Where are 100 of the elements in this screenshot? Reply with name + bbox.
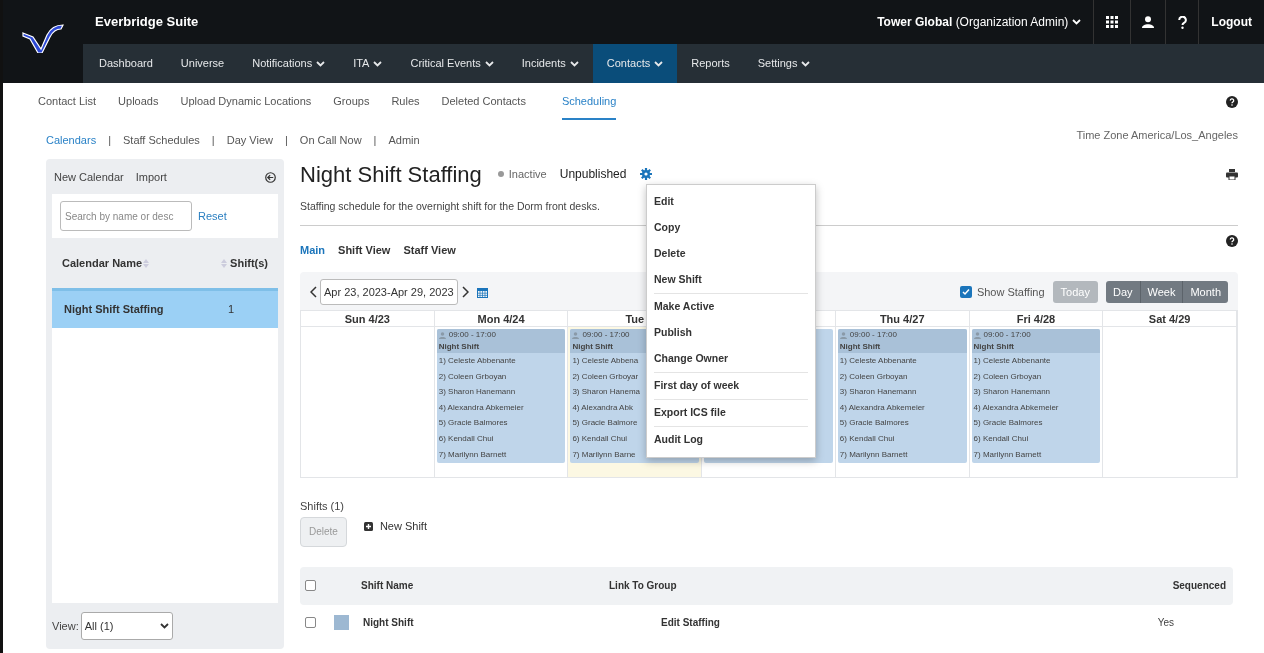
menu-item[interactable]: Delete xyxy=(654,241,808,267)
link-separator: | xyxy=(285,132,288,148)
staff-name: 5) Gracie Balmores xyxy=(838,417,910,430)
staff-name: 4) Alexandra Abk xyxy=(571,401,634,414)
search-field[interactable]: Search by name or desc xyxy=(60,201,192,231)
view-select[interactable]: All (1) xyxy=(80,612,173,640)
nav-tab[interactable]: Dashboard xyxy=(85,44,167,83)
column-header[interactable]: Calendar Name xyxy=(62,254,143,272)
app-title: Everbridge Suite xyxy=(95,13,199,32)
sequenced-cell-text: Yes xyxy=(1157,616,1174,630)
day-header: Fri 4/28 xyxy=(1016,312,1056,326)
day-header: Tue xyxy=(625,312,645,326)
nav-tab[interactable]: Critical Events xyxy=(396,44,508,83)
shift-time: 09:00 - 17:00 xyxy=(849,329,897,341)
subnav-link[interactable]: Uploads xyxy=(118,84,159,120)
subnav-link[interactable]: Upload Dynamic Locations xyxy=(180,84,312,120)
organization-menu[interactable]: Tower Global (Organization Admin) xyxy=(865,0,1094,44)
view-tab[interactable]: Shift View xyxy=(338,241,391,259)
staff-name: 5) Gracie Balmores xyxy=(972,417,1044,430)
nav-tab[interactable]: Settings xyxy=(743,44,825,83)
staff-name: 6) Kendall Chui xyxy=(972,432,1030,445)
staff-name: 2) Coleen Grboyan xyxy=(437,370,508,383)
staff-name: 3) Sharon Hanemann xyxy=(972,386,1052,399)
staff-name: 1) Celeste Abbenante xyxy=(838,355,918,367)
settings-icon[interactable] xyxy=(640,168,653,180)
person-icon xyxy=(839,331,847,339)
menu-item[interactable]: First day of week xyxy=(654,373,808,399)
new-shift-button[interactable]: New Shift xyxy=(379,518,427,535)
shift-name: Night Shift xyxy=(839,341,882,353)
import-link[interactable]: Import xyxy=(135,168,167,186)
nav-tab[interactable]: Notifications xyxy=(238,44,340,83)
staff-name: 7) Marilynn Barnett xyxy=(972,448,1043,461)
view-mode-button[interactable]: Week xyxy=(1139,281,1183,303)
menu-item[interactable]: Audit Log xyxy=(654,427,808,453)
print-icon[interactable] xyxy=(1226,168,1238,180)
calendar-row[interactable]: Night Shift Staffing 1 xyxy=(52,288,278,328)
staff-name: 5) Gracie Balmore xyxy=(571,417,639,430)
staff-name: 6) Kendall Chui xyxy=(838,432,896,445)
nav-tab[interactable]: Incidents xyxy=(507,44,593,83)
staff-name: 3) Sharon Hanema xyxy=(571,386,641,399)
calendar-nav-link[interactable]: Day View xyxy=(226,131,273,149)
staff-name: 1) Celeste Abbena xyxy=(571,355,640,367)
previous-icon[interactable] xyxy=(310,286,317,298)
date-range-field[interactable]: Apr 23, 2023-Apr 29, 2023 xyxy=(320,279,458,305)
row-checkbox[interactable] xyxy=(305,617,316,628)
staff-name: 3) Sharon Hanemann xyxy=(437,386,517,399)
view-mode-button[interactable]: Month xyxy=(1182,281,1228,303)
subnav-link[interactable]: Scheduling xyxy=(561,84,617,120)
shift-name: Night Shift xyxy=(438,341,481,353)
nav-tab[interactable]: ITA xyxy=(339,44,397,83)
subnav-link[interactable]: Contact List xyxy=(38,84,97,120)
day-header: Thu 4/27 xyxy=(879,312,925,326)
help-icon[interactable] xyxy=(1226,235,1238,247)
logout-button[interactable]: Logout xyxy=(1199,0,1264,44)
shift-count: 1 xyxy=(228,302,235,318)
calendar-nav-link[interactable]: Calendars xyxy=(46,131,97,149)
view-mode-button[interactable]: Day xyxy=(1105,281,1140,303)
link-separator: | xyxy=(373,132,377,148)
new-calendar-link[interactable]: New Calendar xyxy=(54,168,124,186)
subnav-link[interactable]: Rules xyxy=(391,84,420,120)
view-label: View: xyxy=(52,618,79,634)
subnav-link[interactable]: Deleted Contacts xyxy=(441,84,526,120)
staff-name: 3) Sharon Hanemann xyxy=(838,386,918,399)
shift-block[interactable]: 09:00 - 17:00 Night Shift 1) Celeste Abbenante 2) Coleen Grboyan 3) Sharon Hanemann 4) Alexandra Abkemeier 5) Gracie Balmores 6) Kendall Chui 7) Marilynn Barnett xyxy=(837,329,967,463)
day-header: Sat 4/29 xyxy=(1148,312,1191,326)
shift-block[interactable]: 09:00 - 17:00 Night Shift 1) Celeste Abbenante 2) Coleen Grboyan 3) Sharon Hanemann 4) Alexandra Abkemeier 5) Gracie Balmores 6) Kendall Chui 7) Marilynn Barnett xyxy=(971,329,1101,463)
shift-block[interactable]: 09:00 - 17:00 Night Shift 1) Celeste Abbenante 2) Coleen Grboyan 3) Sharon Hanemann 4) Alexandra Abkemeier 5) Gracie Balmores 6) Kendall Chui 7) Marilynn Barnett xyxy=(436,329,566,463)
chevron-down-icon xyxy=(1072,19,1082,25)
collapse-icon[interactable] xyxy=(265,171,276,183)
staff-name: 1) Celeste Abbenante xyxy=(437,355,517,367)
help-icon[interactable] xyxy=(1226,96,1238,108)
menu-item[interactable]: Export ICS file xyxy=(654,400,808,426)
view-tab[interactable]: Staff View xyxy=(403,241,456,259)
nav-tab[interactable]: Contacts xyxy=(592,44,678,83)
logo-icon xyxy=(21,23,65,53)
calendar-nav-link[interactable]: On Call Now xyxy=(299,131,362,149)
staff-name: 7) Marilynn Barnett xyxy=(437,448,508,461)
view-tab[interactable]: Main xyxy=(300,241,326,259)
day-header: Sun 4/23 xyxy=(344,312,390,326)
menu-item[interactable]: Make Active xyxy=(654,294,808,320)
nav-tab[interactable]: Reports xyxy=(677,44,744,83)
shift-name: Night Shift xyxy=(572,341,614,353)
menu-item[interactable]: New Shift xyxy=(654,267,808,293)
next-icon[interactable] xyxy=(461,286,469,298)
calendar-nav-link[interactable]: Admin xyxy=(388,131,420,149)
select-all-checkbox[interactable] xyxy=(305,580,316,591)
add-icon[interactable] xyxy=(363,522,373,531)
staff-name: 6) Kendall Chui xyxy=(437,432,495,445)
staff-name: 1) Celeste Abbenante xyxy=(972,355,1052,367)
subnav-link[interactable]: Groups xyxy=(333,84,370,120)
reset-link[interactable]: Reset xyxy=(198,207,227,225)
nav-tab[interactable]: Universe xyxy=(166,44,239,83)
publish-state-label: Unpublished xyxy=(559,166,627,183)
calendar-icon[interactable] xyxy=(476,286,488,298)
person-icon xyxy=(973,331,981,339)
column-header: Sequenced xyxy=(1172,579,1226,593)
calendar-nav-link[interactable]: Staff Schedules xyxy=(123,131,200,149)
edit-staffing-link[interactable]: Edit Staffing xyxy=(661,615,720,630)
show-staffing-checkbox[interactable] xyxy=(959,286,972,298)
column-header[interactable]: Shift(s) xyxy=(230,254,268,272)
